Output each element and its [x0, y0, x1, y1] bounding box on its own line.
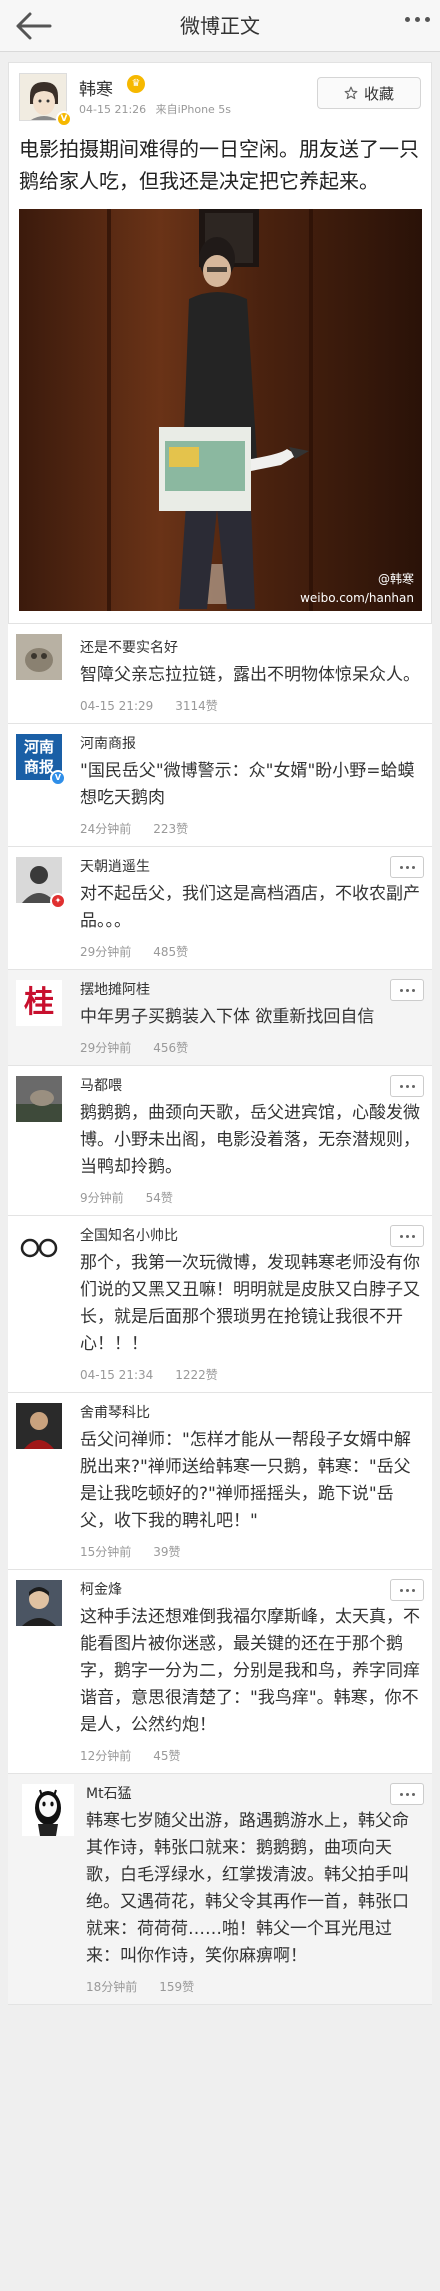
- comment-likes[interactable]: 456赞: [153, 1041, 188, 1055]
- comment-meta: 15分钟前 39赞: [80, 1543, 422, 1561]
- comment-likes[interactable]: 45赞: [153, 1749, 180, 1763]
- comment-more-button[interactable]: [390, 1579, 424, 1601]
- comment-likes[interactable]: 159赞: [159, 1980, 194, 1994]
- comment-item: ✦ 天朝逍遥生 对不起岳父，我们这是高档酒店，不收农副产品。。。 29分钟前 48…: [8, 847, 432, 970]
- verified-badge-icon: V: [50, 770, 66, 786]
- comment-author[interactable]: Mt石猛: [86, 1782, 422, 1806]
- post-text: 电影拍摄期间难得的一日空闲。朋友送了一只鹅给家人吃，但我还是决定把它养起来。: [19, 137, 419, 193]
- comment-likes[interactable]: 39赞: [153, 1545, 180, 1559]
- comment-author[interactable]: 还是不要实名好: [80, 636, 422, 660]
- post-time: 04-15 21:26: [79, 103, 147, 116]
- comment-text: 中年男子买鹅装入下体 欲重新找回自信: [80, 1007, 375, 1027]
- comment-time: 9分钟前: [80, 1191, 124, 1205]
- favorite-button[interactable]: 收藏: [317, 77, 421, 109]
- comment-author[interactable]: 舍甫琴科比: [80, 1401, 422, 1425]
- comment-avatar[interactable]: [16, 634, 62, 680]
- comment-text: 韩寒七岁随父出游，路遇鹅游水上，韩父命其作诗，韩张口就来：鹅鹅鹅，曲项向天歌，白…: [86, 1811, 409, 1966]
- post-source: 来自iPhone 5s: [155, 103, 232, 116]
- comment-avatar[interactable]: [22, 1784, 74, 1836]
- comment-item: Mt石猛 韩寒七岁随父出游，路遇鹅游水上，韩父命其作诗，韩张口就来：鹅鹅鹅，曲项…: [8, 1774, 432, 2005]
- comment-text: 对不起岳父，我们这是高档酒店，不收农副产品。。。: [80, 884, 420, 931]
- comment-author[interactable]: 摆地摊阿桂: [80, 978, 422, 1002]
- comment-author[interactable]: 马都喂: [80, 1074, 422, 1098]
- comment-meta: 29分钟前 456赞: [80, 1039, 422, 1057]
- comment-meta: 9分钟前 54赞: [80, 1189, 422, 1207]
- comment-text: "国民岳父"微博警示：众"女婿"盼小野=蛤蟆想吃天鹅肉: [80, 761, 415, 808]
- comment-meta: 29分钟前 485赞: [80, 943, 422, 961]
- comment-likes[interactable]: 223赞: [153, 822, 188, 836]
- comment-more-button[interactable]: [390, 1783, 424, 1805]
- comment-time: 18分钟前: [86, 1980, 138, 1994]
- comment-more-button[interactable]: [390, 856, 424, 878]
- comment-author[interactable]: 河南商报: [80, 732, 422, 756]
- comment-text: 岳父问禅师："怎样才能从一帮段子女婿中解脱出来?"禅师送给韩寒一只鹅，韩寒："岳…: [80, 1430, 411, 1531]
- comment-author[interactable]: 天朝逍遥生: [80, 855, 422, 879]
- comment-text: 智障父亲忘拉拉链，露出不明物体惊呆众人。: [80, 665, 420, 685]
- comment-text: 这种手法还想难倒我福尔摩斯峰，太天真，不能看图片被你迷惑，最关键的还在于那个鹅字…: [80, 1607, 420, 1735]
- comment-time: 29分钟前: [80, 945, 132, 959]
- comment-meta: 04-15 21:29 3114赞: [80, 697, 422, 715]
- comment-likes[interactable]: 485赞: [153, 945, 188, 959]
- comment-author[interactable]: 柯金烽: [80, 1578, 422, 1602]
- comment-avatar[interactable]: [16, 1226, 62, 1272]
- comment-likes[interactable]: 3114赞: [175, 699, 218, 713]
- comment-time: 04-15 21:29: [80, 699, 154, 713]
- photo-watermark-url: weibo.com/hanhan: [300, 591, 414, 605]
- nav-bar: 微博正文: [0, 0, 440, 52]
- more-dots-icon[interactable]: [405, 17, 430, 22]
- comment-likes[interactable]: 54赞: [146, 1191, 173, 1205]
- comment-item: 河南 商报 V 河南商报 "国民岳父"微博警示：众"女婿"盼小野=蛤蟆想吃天鹅肉…: [8, 724, 432, 847]
- comment-more-button[interactable]: [390, 979, 424, 1001]
- comment-more-button[interactable]: [390, 1075, 424, 1097]
- comment-text: 鹅鹅鹅，曲颈向天歌，岳父进宾馆，心酸发微博。小野未出阁，电影没着落，无奈潜规则，…: [80, 1103, 420, 1177]
- comment-likes[interactable]: 1222赞: [175, 1368, 218, 1382]
- comment-avatar[interactable]: 桂: [16, 980, 62, 1026]
- comment-item: 桂 摆地摊阿桂 中年男子买鹅装入下体 欲重新找回自信 29分钟前 456赞: [8, 970, 432, 1066]
- comment-time: 12分钟前: [80, 1749, 132, 1763]
- comment-time: 04-15 21:34: [80, 1368, 154, 1382]
- page-title: 微博正文: [180, 14, 260, 38]
- photo-watermark-handle: @韩寒: [377, 572, 414, 586]
- vip-crown-icon: ♛: [127, 75, 145, 93]
- verified-badge-icon: V: [56, 111, 72, 127]
- comment-item: 柯金烽 这种手法还想难倒我福尔摩斯峰，太天真，不能看图片被你迷惑，最关键的还在于…: [8, 1570, 432, 1774]
- comment-avatar[interactable]: [16, 1403, 62, 1449]
- post-photo[interactable]: @韩寒 weibo.com/hanhan: [19, 209, 422, 611]
- comment-meta: 04-15 21:34 1222赞: [80, 1366, 422, 1384]
- comment-time: 29分钟前: [80, 1041, 132, 1055]
- weibo-post: V 韩寒 ♛ 04-15 21:26 来自iPhone 5s 收藏 电影拍摄期间…: [8, 62, 432, 624]
- comment-item: 舍甫琴科比 岳父问禅师："怎样才能从一帮段子女婿中解脱出来?"禅师送给韩寒一只鹅…: [8, 1393, 432, 1570]
- comment-item: 还是不要实名好 智障父亲忘拉拉链，露出不明物体惊呆众人。 04-15 21:29…: [8, 624, 432, 724]
- comment-time: 15分钟前: [80, 1545, 132, 1559]
- star-icon: [344, 86, 358, 100]
- comment-avatar[interactable]: [16, 1076, 62, 1122]
- post-meta: 04-15 21:26 来自iPhone 5s: [79, 101, 237, 117]
- post-author-name[interactable]: 韩寒: [79, 75, 113, 100]
- comment-avatar[interactable]: [16, 1580, 62, 1626]
- comment-more-button[interactable]: [390, 1225, 424, 1247]
- comment-text: 那个，我第一次玩微博，发现韩寒老师没有你们说的又黑又丑嘛！明明就是皮肤又白脖子又…: [80, 1253, 420, 1354]
- favorite-label: 收藏: [363, 84, 394, 103]
- comment-meta: 24分钟前 223赞: [80, 820, 422, 838]
- comment-time: 24分钟前: [80, 822, 132, 836]
- comment-author[interactable]: 全国知名小帅比: [80, 1224, 422, 1248]
- comment-list: 还是不要实名好 智障父亲忘拉拉链，露出不明物体惊呆众人。 04-15 21:29…: [8, 624, 432, 2005]
- comment-meta: 18分钟前 159赞: [86, 1978, 422, 1996]
- post-header: V 韩寒 ♛ 04-15 21:26 来自iPhone 5s 收藏: [9, 63, 431, 129]
- comment-item: 全国知名小帅比 那个，我第一次玩微博，发现韩寒老师没有你们说的又黑又丑嘛！明明就…: [8, 1216, 432, 1393]
- badge-icon: ✦: [50, 893, 66, 909]
- comment-item: 马都喂 鹅鹅鹅，曲颈向天歌，岳父进宾馆，心酸发微博。小野未出阁，电影没着落，无奈…: [8, 1066, 432, 1216]
- comment-meta: 12分钟前 45赞: [80, 1747, 422, 1765]
